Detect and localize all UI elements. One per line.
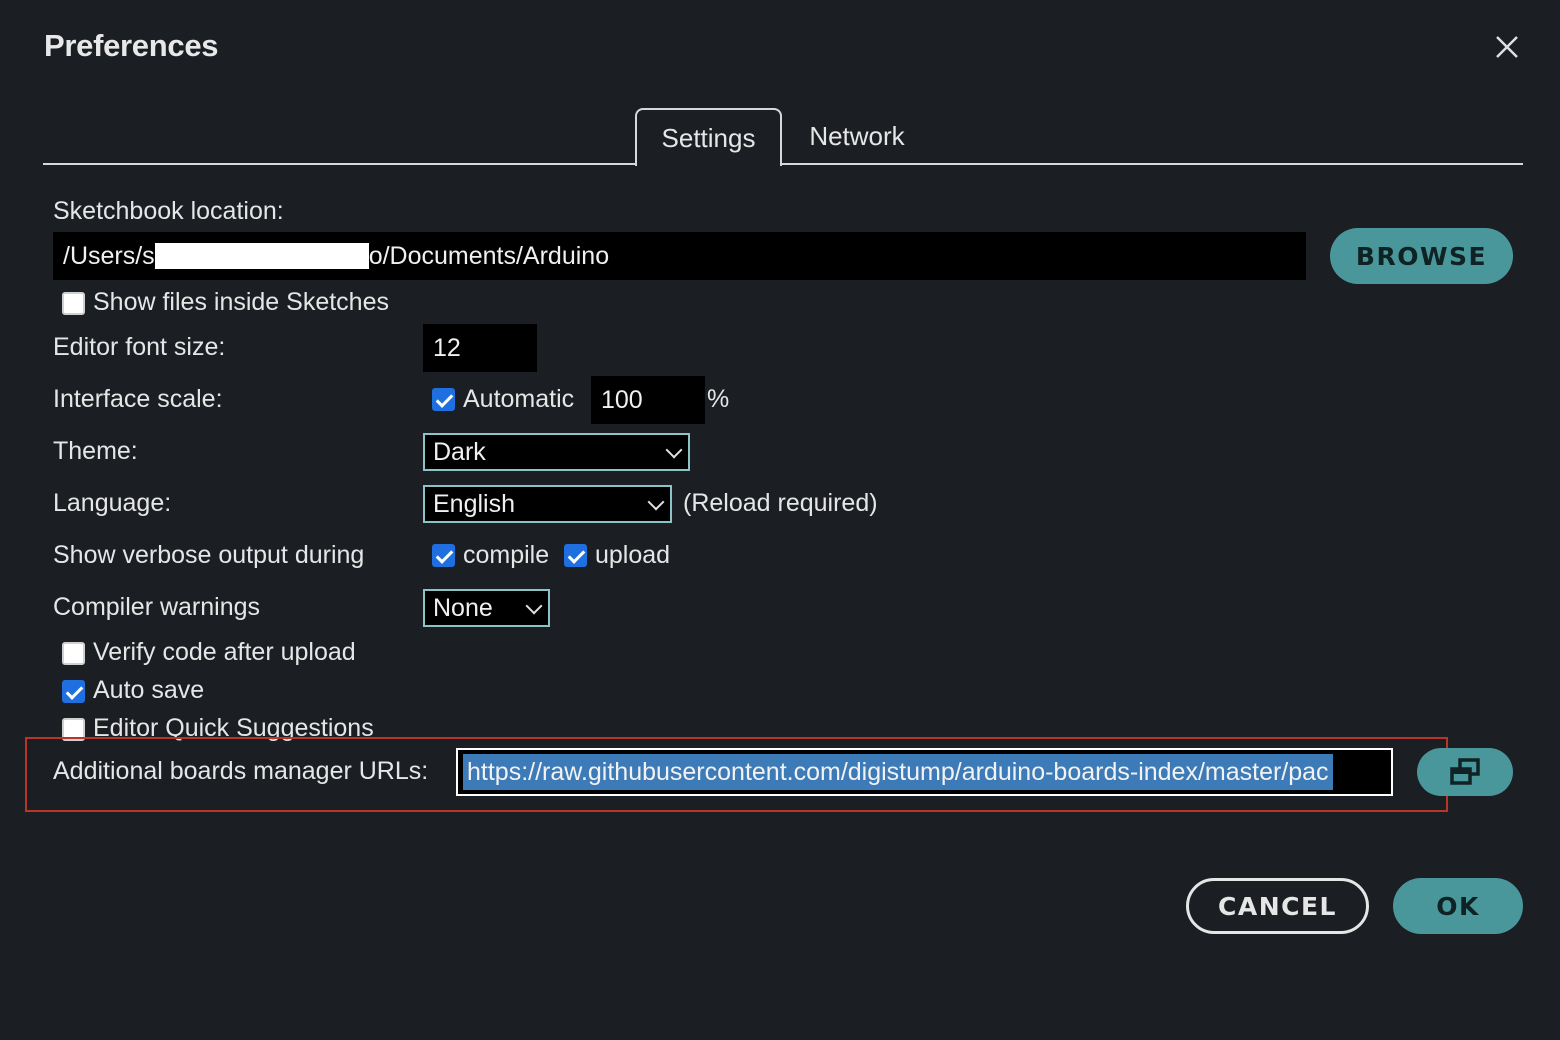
dialog-title: Preferences xyxy=(44,28,219,63)
reload-required-note: (Reload required) xyxy=(683,489,878,517)
theme-select[interactable]: Dark xyxy=(423,433,690,471)
auto-save-label: Auto save xyxy=(93,676,205,704)
open-window-icon xyxy=(1450,758,1480,785)
font-size-input[interactable]: 12 xyxy=(423,324,537,372)
language-label: Language: xyxy=(53,489,172,517)
boards-urls-value: https://raw.githubusercontent.com/digist… xyxy=(458,754,1333,790)
verbose-label: Show verbose output during xyxy=(53,541,365,569)
theme-label: Theme: xyxy=(53,437,138,465)
theme-value: Dark xyxy=(433,437,486,466)
verbose-compile-label: compile xyxy=(463,541,550,569)
font-size-label: Editor font size: xyxy=(53,333,226,361)
automatic-label: Automatic xyxy=(463,385,575,413)
chevron-down-icon xyxy=(525,597,543,615)
edit-urls-button[interactable] xyxy=(1417,748,1513,796)
compiler-warnings-value: None xyxy=(433,593,493,622)
show-files-label: Show files inside Sketches xyxy=(93,288,389,316)
auto-save-checkbox[interactable] xyxy=(62,680,85,703)
chevron-down-icon xyxy=(647,493,665,511)
verbose-upload-checkbox[interactable] xyxy=(564,544,587,567)
boards-urls-input[interactable]: https://raw.githubusercontent.com/digist… xyxy=(456,748,1393,796)
chevron-down-icon xyxy=(665,441,683,459)
sketchbook-path-suffix: o/Documents/Arduino xyxy=(368,241,610,270)
interface-scale-label: Interface scale: xyxy=(53,385,223,413)
compiler-warnings-select[interactable]: None xyxy=(423,589,550,627)
interface-scale-input[interactable]: 100 xyxy=(591,376,705,424)
cancel-button[interactable]: CANCEL xyxy=(1186,878,1369,934)
percent-unit: % xyxy=(707,385,730,413)
verify-checkbox[interactable] xyxy=(62,642,85,665)
automatic-checkbox[interactable] xyxy=(432,388,455,411)
verify-label: Verify code after upload xyxy=(93,638,356,666)
ok-button[interactable]: OK xyxy=(1393,878,1523,934)
sketchbook-label: Sketchbook location: xyxy=(53,197,284,225)
language-value: English xyxy=(433,489,515,518)
compiler-warnings-label: Compiler warnings xyxy=(53,593,261,621)
language-select[interactable]: English xyxy=(423,485,672,523)
browse-button[interactable]: BROWSE xyxy=(1330,228,1513,284)
close-icon[interactable] xyxy=(1490,30,1524,64)
sketchbook-path-input[interactable]: /Users/s o/Documents/Arduino xyxy=(53,232,1306,280)
tab-network[interactable]: Network xyxy=(782,108,932,165)
verbose-upload-label: upload xyxy=(595,541,671,569)
redacted-block xyxy=(154,243,369,269)
show-files-checkbox[interactable] xyxy=(62,292,85,315)
tab-settings[interactable]: Settings xyxy=(635,108,782,166)
sketchbook-path-prefix: /Users/s xyxy=(63,241,155,270)
boards-urls-label: Additional boards manager URLs: xyxy=(53,757,429,785)
verbose-compile-checkbox[interactable] xyxy=(432,544,455,567)
